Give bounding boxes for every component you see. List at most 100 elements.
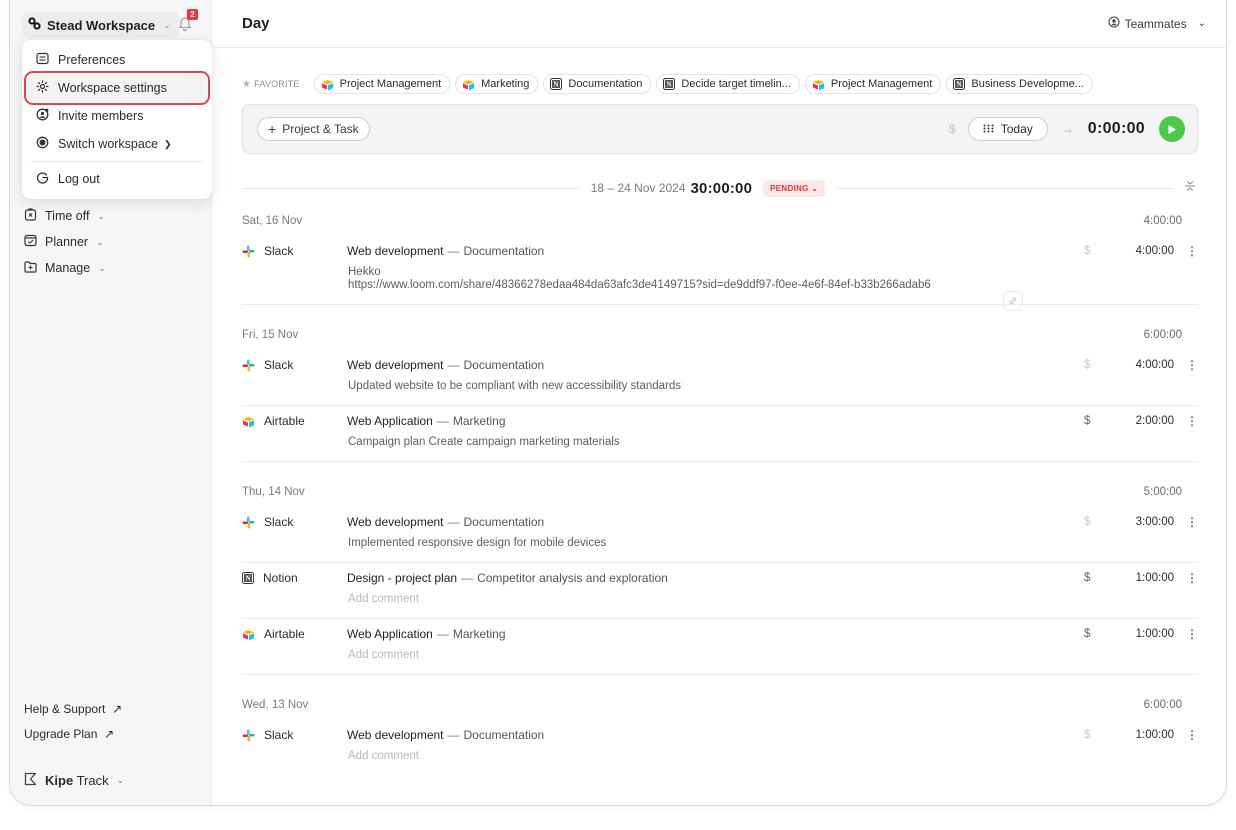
entry-comment[interactable]: Campaign plan Create campaign marketing … (242, 436, 1198, 461)
link-icon[interactable] (1003, 291, 1023, 311)
entry-app: Slack (242, 244, 347, 258)
favorite-chip[interactable]: Project Management (804, 74, 942, 94)
day-group: Wed, 13 Nov 6:00:00 Slack Web developmen… (242, 690, 1198, 775)
separator: — (447, 728, 460, 742)
time-entry[interactable]: Slack Web development — Documentation $ 4:… (242, 350, 1198, 406)
entry-project-task[interactable]: Web Application — Marketing (347, 414, 1084, 428)
task-name: Marketing (452, 627, 506, 641)
billable-toggle[interactable]: $ (1084, 572, 1114, 584)
entry-app: Slack (242, 515, 347, 529)
logout-icon (36, 171, 49, 187)
menu-item-invite-members[interactable]: Invite members (27, 102, 207, 130)
entry-duration[interactable]: 1:00:00 (1114, 628, 1174, 640)
date-label: Today (1000, 122, 1033, 136)
entry-duration[interactable]: 1:00:00 (1114, 572, 1174, 584)
workspace-logo-icon (28, 17, 41, 33)
favorite-chip[interactable]: N Decide target timelin... (656, 74, 800, 94)
entry-project-task[interactable]: Web Application — Marketing (347, 627, 1084, 641)
entry-duration[interactable]: 1:00:00 (1114, 729, 1174, 741)
comment-line: Hekko (348, 266, 381, 278)
entry-project-task[interactable]: Web development — Documentation (347, 244, 1084, 258)
entry-duration[interactable]: 3:00:00 (1114, 516, 1174, 528)
teammates-dropdown[interactable]: Teammates ⌄ (1108, 16, 1206, 31)
product-switcher[interactable]: Kipe Track ⌄ (24, 772, 124, 789)
favorite-chip[interactable]: Marketing (455, 74, 539, 94)
day-header: Thu, 14 Nov 5:00:00 (242, 477, 1198, 507)
slack-icon (242, 516, 255, 529)
favorite-chip[interactable]: N Business Developme... (946, 74, 1093, 94)
billable-toggle[interactable]: $ (1084, 359, 1114, 371)
entry-comment[interactable]: Hekko https://www.loom.com/share/48366278… (242, 266, 1198, 304)
entry-comment[interactable]: Updated website to be compliant with new… (242, 380, 1198, 405)
external-link-icon: ↗ (108, 702, 123, 716)
app-name: Airtable (264, 627, 305, 641)
chip-label: Decide target timelin... (681, 78, 791, 90)
entry-duration[interactable]: 2:00:00 (1114, 415, 1174, 427)
sidebar-item-time-off[interactable]: Time off ⌄ (24, 204, 204, 228)
time-off-icon (24, 208, 37, 224)
slack-icon (242, 359, 255, 372)
billable-toggle[interactable]: $ (1084, 729, 1114, 741)
time-entry[interactable]: Slack Web development — Documentation $ 3:… (242, 507, 1198, 563)
entry-duration[interactable]: 4:00:00 (1114, 245, 1174, 257)
arrow-right-icon: → (1061, 122, 1074, 136)
entry-comment[interactable]: Implemented responsive design for mobile… (242, 537, 1198, 562)
help-support-link[interactable]: Help & Support ↗ (24, 702, 122, 716)
favorites-label: ★ FAVORITE (242, 79, 300, 90)
chevron-down-icon: ⌄ (96, 236, 104, 247)
project-name: Web Application (347, 414, 433, 428)
more-options-icon[interactable]: ⋮ (1174, 571, 1198, 585)
time-entry[interactable]: Airtable Web Application — Marketing $ 2:0… (242, 406, 1198, 462)
menu-item-workspace-settings[interactable]: Workspace settings (24, 71, 210, 105)
menu-item-log-out[interactable]: Log out (27, 165, 207, 193)
app-name: Slack (264, 244, 294, 258)
timer-display: 0:00:00 (1087, 120, 1145, 137)
more-options-icon[interactable]: ⋮ (1174, 728, 1198, 742)
project-task-button[interactable]: + Project & Task (257, 117, 370, 141)
separator: — (436, 414, 449, 428)
favorite-chip[interactable]: N Documentation (543, 74, 652, 94)
billable-toggle[interactable]: $ (1084, 516, 1114, 528)
project-task-label: Project & Task (282, 122, 359, 136)
time-entry[interactable]: N Notion Design - project plan — Competito… (242, 563, 1198, 619)
billable-toggle[interactable]: $ (1084, 628, 1114, 640)
menu-item-preferences[interactable]: Preferences (27, 46, 207, 74)
date-picker-button[interactable]: Today (967, 117, 1048, 141)
brand-product: Track (76, 773, 109, 788)
more-options-icon[interactable]: ⋮ (1174, 244, 1198, 258)
sidebar-item-planner[interactable]: Planner ⌄ (24, 230, 204, 254)
more-options-icon[interactable]: ⋮ (1174, 515, 1198, 529)
day-total: 4:00:00 (1143, 215, 1182, 227)
billable-toggle[interactable]: $ (1084, 415, 1114, 427)
more-options-icon[interactable]: ⋮ (1174, 414, 1198, 428)
entry-project-task[interactable]: Web development — Documentation (347, 358, 1084, 372)
entry-project-task[interactable]: Design - project plan — Competitor analysi… (347, 571, 1084, 585)
menu-item-switch-workspace[interactable]: Switch workspace ❯ (27, 130, 207, 158)
notifications-button[interactable]: 2 (178, 9, 198, 33)
app-name: Notion (263, 571, 298, 585)
time-entry[interactable]: Airtable Web Application — Marketing $ 1:0… (242, 619, 1198, 675)
entry-comment[interactable]: Add comment (242, 593, 1198, 618)
entry-comment[interactable]: Add comment (242, 649, 1198, 674)
entry-project-task[interactable]: Web development — Documentation (347, 728, 1084, 742)
favorite-chip[interactable]: Project Management (313, 74, 451, 94)
start-timer-button[interactable] (1159, 116, 1185, 142)
billable-toggle[interactable]: $ (949, 122, 956, 136)
collapse-icon[interactable] (1184, 179, 1198, 197)
more-options-icon[interactable]: ⋮ (1174, 358, 1198, 372)
upgrade-plan-link[interactable]: Upgrade Plan ↗ (24, 727, 114, 741)
more-options-icon[interactable]: ⋮ (1174, 627, 1198, 641)
entry-comment[interactable]: Add comment (242, 750, 1198, 775)
entry-project-task[interactable]: Web development — Documentation (347, 515, 1084, 529)
time-entry[interactable]: Slack Web development — Documentation $ 4:… (242, 236, 1198, 311)
sidebar-item-manage[interactable]: Manage ⌄ (24, 256, 204, 280)
day-header: Fri, 15 Nov 6:00:00 (242, 320, 1198, 350)
airtable-icon (242, 629, 255, 640)
billable-toggle[interactable]: $ (1084, 245, 1114, 257)
workspace-switcher[interactable]: Stead Workspace ⌄ (22, 12, 179, 38)
status-badge[interactable]: PENDING ⌄ (763, 179, 826, 197)
time-entry[interactable]: Slack Web development — Documentation $ 1:… (242, 720, 1198, 775)
airtable-icon (242, 416, 255, 427)
entry-duration[interactable]: 4:00:00 (1114, 359, 1174, 371)
